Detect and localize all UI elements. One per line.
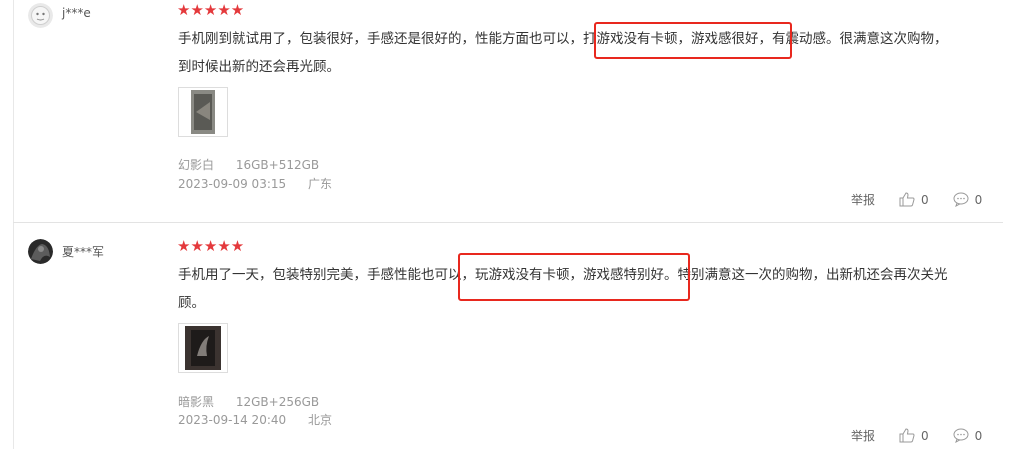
review-item: j***e ★★★★★ 手机刚到就试用了，包装很好，手感还是很好的，性能方面也可… — [0, 0, 1022, 223]
report-label: 举报 — [851, 193, 876, 207]
comment-bubble-icon — [953, 428, 969, 443]
like-button[interactable]: 0 — [899, 428, 929, 443]
variant-color: 幻影白 — [178, 158, 215, 172]
like-count: 0 — [921, 428, 929, 443]
review-text-line: 手机刚到就试用了，包装很好，手感还是很好的，性能方面也可以，打游戏没有卡顿，游戏… — [178, 31, 948, 47]
review-actions: 举报 0 0 — [851, 427, 1006, 444]
thumbs-up-icon — [899, 428, 915, 443]
highlight-box — [458, 253, 690, 301]
review-text-line: 到时候出新的还会再光顾。 — [178, 59, 340, 75]
review-date-location: 2023-09-14 20:40 北京 — [178, 411, 350, 428]
review-actions: 举报 0 0 — [851, 191, 1006, 208]
review-text: 手机刚到就试用了，包装很好，手感还是很好的，性能方面也可以，打游戏没有卡顿，游戏… — [178, 25, 988, 81]
comment-count: 0 — [974, 428, 983, 443]
user-avatar[interactable] — [28, 239, 53, 264]
review-item: 夏***军 ★★★★★ 手机用了一天，包装特别完美，手感性能也可以，玩游戏没有卡… — [0, 223, 1022, 449]
review-location: 广东 — [307, 177, 332, 191]
review-date: 2023-09-09 03:15 — [178, 177, 287, 191]
review-photo[interactable] — [178, 323, 228, 373]
comment-count: 0 — [974, 192, 983, 207]
variant-color: 暗影黑 — [178, 395, 215, 409]
purchase-variant: 幻影白 16GB+512GB — [178, 156, 337, 173]
username: j***e — [62, 6, 91, 20]
like-count: 0 — [921, 192, 929, 207]
purchase-variant: 暗影黑 12GB+256GB — [178, 393, 337, 410]
star-rating: ★★★★★ — [177, 237, 245, 255]
report-button[interactable]: 举报 — [851, 191, 875, 208]
comment-button[interactable]: 0 — [953, 192, 983, 207]
report-button[interactable]: 举报 — [851, 427, 875, 444]
like-button[interactable]: 0 — [899, 192, 929, 207]
username: 夏***军 — [62, 245, 105, 259]
user-avatar[interactable] — [28, 3, 53, 28]
variant-spec: 16GB+512GB — [235, 158, 320, 172]
review-photo[interactable] — [178, 87, 228, 137]
review-date-location: 2023-09-09 03:15 广东 — [178, 175, 350, 192]
variant-spec: 12GB+256GB — [235, 395, 320, 409]
comment-button[interactable]: 0 — [953, 428, 983, 443]
comment-bubble-icon — [953, 192, 969, 207]
thumbs-up-icon — [899, 192, 915, 207]
report-label: 举报 — [851, 429, 876, 443]
review-location: 北京 — [307, 413, 332, 427]
star-rating: ★★★★★ — [177, 1, 245, 19]
review-date: 2023-09-14 20:40 — [178, 413, 287, 427]
highlight-box — [594, 22, 792, 59]
